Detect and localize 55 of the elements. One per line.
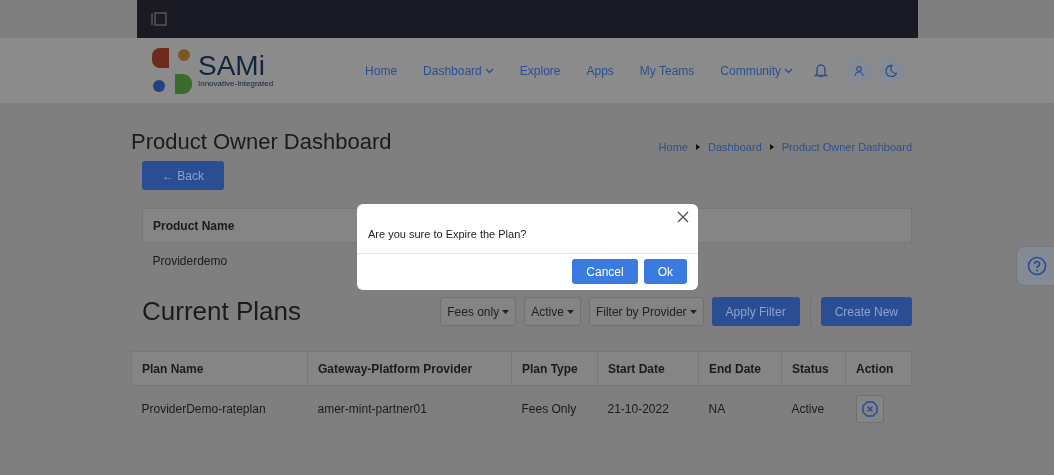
logo-icon: [152, 47, 192, 94]
user-button[interactable]: [846, 57, 872, 84]
nav-link[interactable]: Dashboard: [410, 63, 507, 78]
filter-dropdown[interactable]: Fees only: [440, 297, 517, 326]
caret-icon: [689, 309, 697, 314]
breadcrumb-link[interactable]: Dashboard: [707, 141, 762, 153]
dark-mode-button[interactable]: [878, 57, 904, 84]
chevron-down-icon: [784, 67, 793, 74]
column-header: Start Date: [597, 351, 699, 386]
column-header: End Date: [698, 351, 782, 386]
help-button[interactable]: [1016, 246, 1054, 286]
filter-dropdown[interactable]: Active: [524, 297, 581, 326]
logo-tagline: Innovative-Integrated: [198, 79, 274, 88]
logo-name: SAMi: [198, 53, 266, 79]
nav-link[interactable]: Home: [352, 63, 411, 78]
table-cell: Fees Only: [511, 385, 598, 432]
column-header: Status: [781, 351, 846, 386]
table-cell: 21-10-2022: [597, 385, 699, 432]
caret-icon: [502, 309, 510, 314]
expire-plan-button[interactable]: [855, 395, 884, 423]
nav-link[interactable]: Explore: [506, 63, 574, 78]
close-octagon-icon: [861, 401, 878, 417]
breadcrumb-link[interactable]: Product Owner Dashboard: [781, 141, 912, 153]
user-icon: [853, 64, 865, 77]
nav-link[interactable]: Community: [707, 63, 806, 78]
back-button[interactable]: ← Back: [142, 161, 224, 190]
filter-dropdown[interactable]: Filter by Provider: [588, 297, 704, 326]
ok-button[interactable]: Ok: [643, 259, 687, 284]
moon-icon: [884, 63, 898, 78]
help-icon: [1027, 256, 1047, 276]
column-header: Plan Type: [511, 351, 598, 386]
section-title: Current Plans: [142, 296, 301, 327]
table-cell: Providerdemo: [152, 254, 228, 268]
breadcrumb-link[interactable]: Home: [658, 141, 688, 153]
create-new-button[interactable]: Create New: [820, 297, 912, 326]
table-cell: amer-mint-partner01: [307, 385, 512, 432]
nav-link[interactable]: Apps: [573, 63, 627, 78]
nav-link[interactable]: My Teams: [626, 63, 708, 78]
chevron-down-icon: [484, 67, 494, 74]
table-cell: ProviderDemo-rateplan: [131, 385, 308, 432]
breadcrumb-arrow-icon: [695, 144, 700, 150]
close-icon[interactable]: [677, 211, 689, 223]
caret-icon: [566, 309, 574, 314]
dialog-message: Are you sure to Expire the Plan?: [357, 204, 698, 254]
column-header: Plan Name: [131, 351, 308, 386]
breadcrumb-arrow-icon: [769, 144, 774, 150]
column-header: Gateway-Platform Provider: [307, 351, 512, 386]
page-title: Product Owner Dashboard: [131, 129, 392, 155]
apply-filter-button[interactable]: Apply Filter: [711, 297, 800, 326]
table-cell: NA: [698, 385, 782, 432]
column-header: Action: [845, 351, 912, 386]
bell-icon[interactable]: [814, 63, 828, 78]
cancel-button[interactable]: Cancel: [572, 259, 638, 284]
table-cell: Active: [781, 385, 846, 432]
sidebar-toggle-icon[interactable]: [151, 12, 167, 26]
